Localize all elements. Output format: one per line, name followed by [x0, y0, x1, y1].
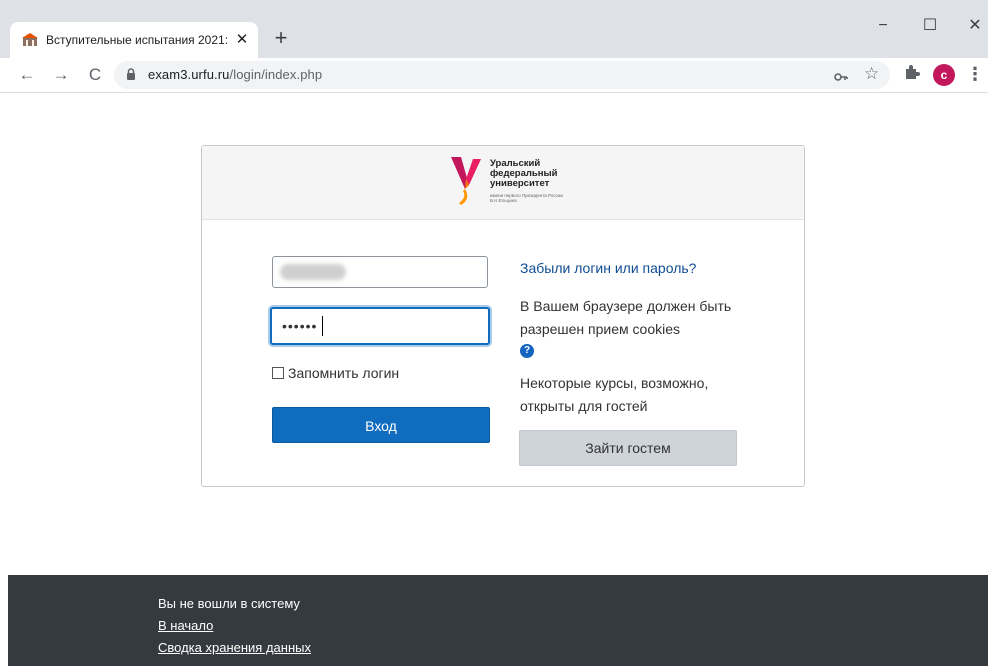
- window-close-icon[interactable]: ✕: [960, 14, 988, 38]
- browser-toolbar: ← → C exam3.urfu.ru/login/index.php ☆: [0, 58, 988, 93]
- forward-arrow-icon[interactable]: →: [50, 64, 72, 86]
- extensions-puzzle-icon[interactable]: [903, 63, 921, 86]
- cookies-notice: В Вашем браузере должен быть разрешен пр…: [520, 298, 732, 337]
- browser-tab-bar: Вступительные испытания 2021: ✕ + − ☐ ✕: [0, 0, 988, 58]
- forgot-password-link[interactable]: Забыли логин или пароль?: [520, 260, 696, 276]
- data-retention-link[interactable]: Сводка хранения данных: [158, 640, 311, 655]
- home-link[interactable]: В начало: [158, 618, 213, 633]
- window-maximize-icon[interactable]: ☐: [915, 14, 945, 38]
- login-status-text: Вы не вошли в систему: [158, 596, 300, 611]
- checkbox-box[interactable]: [272, 367, 284, 379]
- browser-tab[interactable]: Вступительные испытания 2021: ✕: [10, 22, 258, 58]
- browser-menu-icon[interactable]: ⋮: [966, 62, 984, 86]
- back-arrow-icon[interactable]: ←: [16, 64, 38, 86]
- site-favicon-icon: [22, 33, 38, 47]
- page-footer: Вы не вошли в систему В начало Сводка хр…: [8, 575, 988, 666]
- url-host: exam3.urfu.ru: [148, 67, 230, 82]
- tab-close-icon[interactable]: ✕: [234, 32, 250, 48]
- lock-icon[interactable]: [126, 68, 136, 86]
- login-button[interactable]: Вход: [272, 407, 490, 443]
- university-subtitle: имени первого Президента России Б.Н.Ельц…: [490, 193, 563, 203]
- password-input[interactable]: ••••••: [270, 307, 490, 345]
- remember-login-checkbox[interactable]: Запомнить логин: [272, 365, 399, 381]
- help-icon[interactable]: ?: [520, 344, 534, 358]
- tab-title: Вступительные испытания 2021:: [46, 33, 229, 47]
- card-header: Уральский федеральный университет имени …: [202, 146, 804, 220]
- reload-icon[interactable]: C: [84, 64, 106, 86]
- username-value-redacted: [280, 264, 346, 280]
- guest-access-notice: Некоторые курсы, возможно, открыты для г…: [520, 375, 709, 414]
- remember-login-label: Запомнить логин: [288, 365, 400, 381]
- key-icon[interactable]: [834, 69, 848, 87]
- text-caret: [322, 316, 323, 336]
- address-bar[interactable]: exam3.urfu.ru/login/index.php ☆: [114, 61, 890, 89]
- window-minimize-icon[interactable]: −: [868, 14, 898, 38]
- university-name-line3: университет: [490, 178, 550, 189]
- url-path: /login/index.php: [229, 67, 323, 82]
- guest-login-button[interactable]: Зайти гостем: [519, 430, 737, 466]
- new-tab-icon[interactable]: +: [270, 27, 292, 49]
- bookmark-star-icon[interactable]: ☆: [864, 64, 879, 84]
- login-card: Уральский федеральный университет имени …: [201, 145, 805, 487]
- university-name: Уральский федеральный университет: [490, 159, 557, 189]
- profile-avatar[interactable]: c: [933, 64, 955, 86]
- urfu-logo-mark: [449, 155, 483, 212]
- url-text: exam3.urfu.ru/login/index.php: [148, 67, 322, 82]
